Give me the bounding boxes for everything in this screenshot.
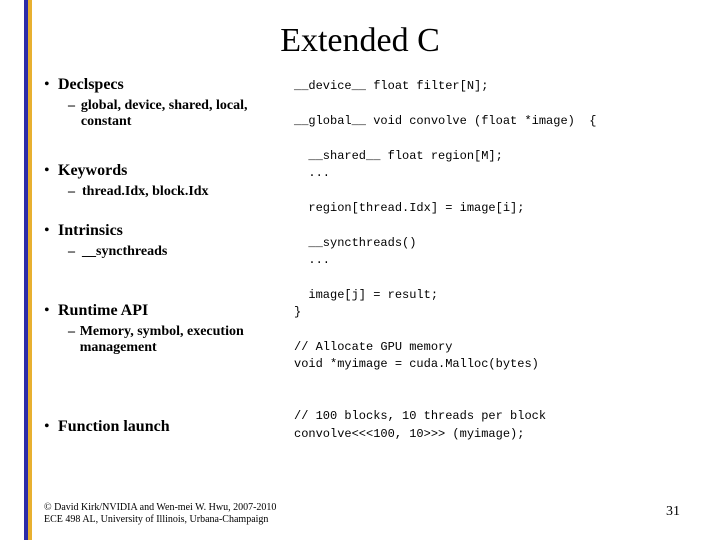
- section-heading: Keywords: [58, 162, 127, 180]
- code-line: // 100 blocks, 10 threads per block: [294, 409, 546, 423]
- section-sub: – global, device, shared, local, constan…: [68, 98, 284, 130]
- content-area: • Declspecs – global, device, shared, lo…: [44, 70, 700, 443]
- bullet-icon: •: [44, 302, 58, 320]
- section-sub-text: global, device, shared, local, constant: [81, 98, 284, 130]
- footer-line: ECE 498 AL, University of Illinois, Urba…: [44, 514, 276, 526]
- code-line: }: [294, 305, 301, 319]
- section-sub-text: thread.Idx, block.Idx: [82, 184, 209, 200]
- code-line: // Allocate GPU memory: [294, 340, 452, 354]
- code-line: __shared__ float region[M];: [294, 149, 503, 163]
- footer-line: © David Kirk/NVIDIA and Wen-mei W. Hwu, …: [44, 502, 276, 514]
- section-intrinsics: • Intrinsics: [44, 222, 284, 240]
- section-declspecs: • Declspecs: [44, 76, 284, 94]
- code-line: __global__ void convolve (float *image) …: [294, 114, 596, 128]
- slide-title: Extended C: [0, 22, 720, 60]
- section-runtime-api: • Runtime API: [44, 302, 284, 320]
- bullet-list: • Declspecs – global, device, shared, lo…: [44, 70, 294, 443]
- section-sub: – Memory, symbol, execution management: [68, 324, 284, 356]
- code-block: __device__ float filter[N]; __global__ v…: [294, 70, 700, 443]
- section-heading: Declspecs: [58, 76, 124, 94]
- page-number: 31: [666, 504, 680, 520]
- section-keywords: • Keywords: [44, 162, 284, 180]
- bullet-icon: •: [44, 418, 58, 436]
- section-heading: Function launch: [58, 418, 170, 436]
- bullet-icon: •: [44, 162, 58, 180]
- section-function-launch: • Function launch: [44, 418, 284, 436]
- code-line: __device__ float filter[N];: [294, 79, 488, 93]
- stripe-yellow: [28, 0, 32, 540]
- code-line: convolve<<<100, 10>>> (myimage);: [294, 427, 524, 441]
- section-heading: Runtime API: [58, 302, 148, 320]
- section-sub: – __syncthreads: [68, 244, 284, 260]
- code-line: ...: [294, 166, 330, 180]
- bullet-icon: •: [44, 222, 58, 240]
- bullet-icon: •: [44, 76, 58, 94]
- code-line: region[thread.Idx] = image[i];: [294, 201, 524, 215]
- code-line: __syncthreads(): [294, 236, 416, 250]
- dash-icon: –: [68, 244, 82, 260]
- code-line: ...: [294, 253, 330, 267]
- section-sub-text: Memory, symbol, execution management: [80, 324, 284, 356]
- decorative-stripe: [24, 0, 32, 540]
- dash-icon: –: [68, 324, 80, 340]
- code-line: image[j] = result;: [294, 288, 438, 302]
- dash-icon: –: [68, 184, 82, 200]
- code-line: void *myimage = cuda.Malloc(bytes): [294, 357, 539, 371]
- footer-credits: © David Kirk/NVIDIA and Wen-mei W. Hwu, …: [44, 502, 276, 526]
- dash-icon: –: [68, 98, 81, 114]
- section-sub: – thread.Idx, block.Idx: [68, 184, 284, 200]
- section-sub-text: __syncthreads: [82, 244, 167, 260]
- section-heading: Intrinsics: [58, 222, 123, 240]
